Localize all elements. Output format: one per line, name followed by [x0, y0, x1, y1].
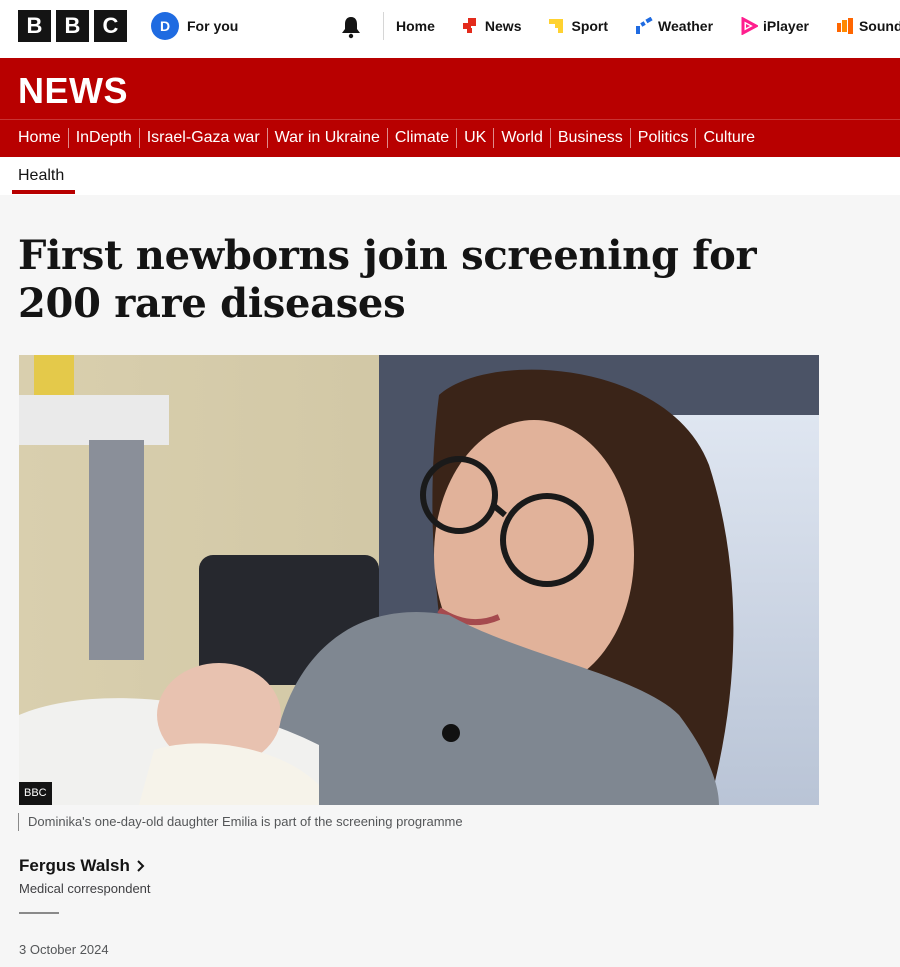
- section-nav-item-indepth[interactable]: InDepth: [67, 128, 139, 148]
- image-caption: Dominika's one-day-old daughter Emilia i…: [18, 813, 463, 831]
- hero-image: [19, 355, 819, 805]
- bbc-masthead: B B C D For you Home News Sport Weather …: [0, 0, 900, 58]
- section-nav-item-business[interactable]: Business: [549, 128, 630, 148]
- news-logo[interactable]: NEWS: [18, 70, 128, 112]
- section-nav-item-ukraine[interactable]: War in Ukraine: [266, 128, 387, 148]
- masthead-nav-label: Home: [396, 18, 435, 34]
- subnav: [0, 157, 900, 195]
- iplayer-icon: [741, 17, 759, 35]
- masthead-nav-home[interactable]: Home: [396, 18, 435, 34]
- author-role: Medical correspondent: [19, 881, 151, 896]
- bbc-logo-letter: C: [94, 10, 127, 42]
- bbc-logo-letter: B: [18, 10, 51, 42]
- masthead-nav-label: Sport: [571, 18, 609, 34]
- avatar: D: [151, 12, 179, 40]
- news-banner: [0, 58, 900, 119]
- sounds-icon: [836, 18, 853, 34]
- section-nav-item-israel-gaza[interactable]: Israel-Gaza war: [138, 128, 267, 148]
- byline-divider: [19, 912, 59, 914]
- masthead-nav-label: Weather: [658, 18, 714, 34]
- masthead-nav-sport[interactable]: Sport: [548, 17, 608, 35]
- for-you-label: For you: [187, 18, 239, 34]
- section-nav-item-politics[interactable]: Politics: [629, 128, 696, 148]
- author-link[interactable]: Fergus Walsh: [19, 856, 145, 876]
- masthead-nav-label: Sounds: [858, 18, 900, 34]
- for-you-link[interactable]: D For you: [151, 12, 238, 40]
- masthead-divider: [383, 12, 384, 40]
- news-icon: [462, 18, 476, 33]
- masthead-nav-sounds[interactable]: Sounds: [836, 17, 900, 35]
- author-name: Fergus Walsh: [19, 856, 130, 875]
- bbc-logo-letter: B: [56, 10, 89, 42]
- masthead-nav-label: iPlayer: [763, 18, 809, 34]
- subnav-item-health[interactable]: Health: [18, 167, 64, 185]
- section-nav: Home InDepth Israel-Gaza war War in Ukra…: [0, 119, 900, 157]
- masthead-nav: Home News Sport Weather iPlayer Sound: [396, 17, 900, 35]
- image-credit: BBC: [19, 782, 52, 805]
- masthead-nav-weather[interactable]: Weather: [635, 17, 713, 35]
- bell-icon[interactable]: [340, 15, 362, 39]
- section-nav-item-culture[interactable]: Culture: [695, 128, 762, 148]
- article-headline: First newborns join screening for 200 ra…: [18, 232, 757, 327]
- chevron-right-icon: [137, 860, 145, 872]
- weather-icon: [636, 17, 653, 34]
- masthead-nav-news[interactable]: News: [462, 17, 522, 35]
- active-tab-indicator: [12, 190, 75, 194]
- sport-icon: [549, 19, 564, 33]
- section-nav-item-home[interactable]: Home: [18, 128, 68, 148]
- section-nav-item-uk[interactable]: UK: [456, 128, 493, 148]
- masthead-nav-label: News: [484, 18, 522, 34]
- masthead-nav-iplayer[interactable]: iPlayer: [740, 17, 809, 35]
- section-nav-item-climate[interactable]: Climate: [386, 128, 456, 148]
- section-nav-item-world[interactable]: World: [493, 128, 550, 148]
- section-nav-list: Home InDepth Israel-Gaza war War in Ukra…: [18, 128, 762, 148]
- publish-date: 3 October 2024: [19, 942, 109, 957]
- bbc-logo[interactable]: B B C: [18, 10, 127, 42]
